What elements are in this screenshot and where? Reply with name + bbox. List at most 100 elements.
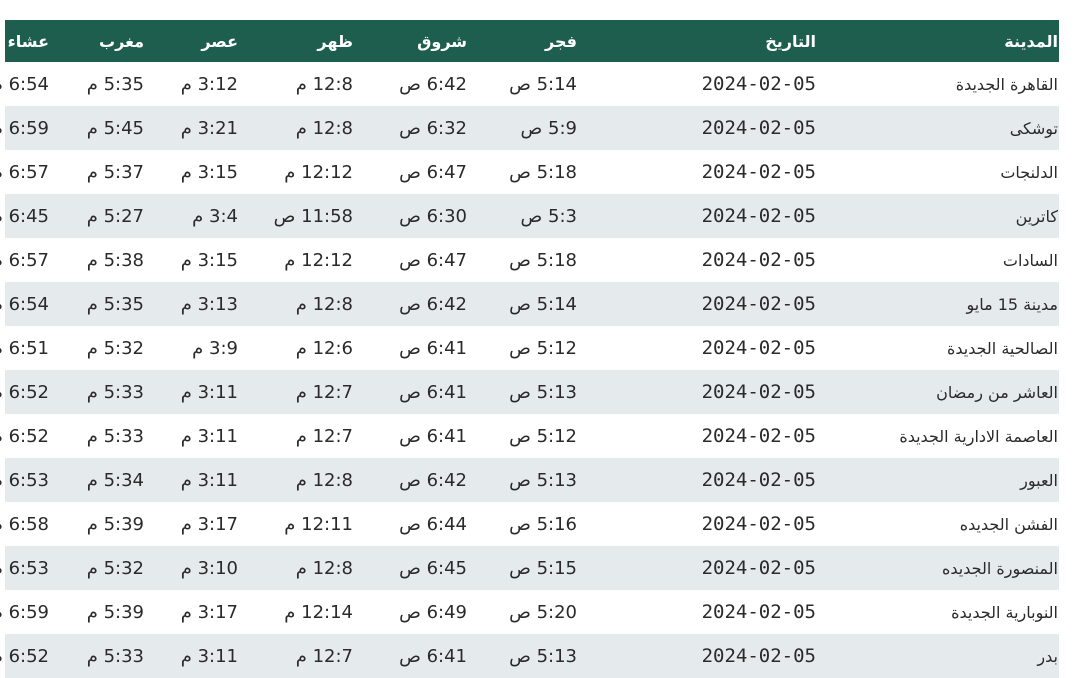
- cell-shuruq: 6:47 ص: [399, 249, 467, 271]
- cell-maghrib: 5:37 م: [86, 161, 144, 183]
- cell-maghrib: 5:34 م: [86, 469, 144, 491]
- cell-shuruq: 6:30 ص: [399, 205, 467, 227]
- cell-isha: 6:53 م: [0, 557, 49, 579]
- header-date: التاريخ: [765, 31, 816, 51]
- table-body: القاهرة الجديدة 2024-02-05 5:14 ص 6:42 ص 12:…: [0, 62, 1059, 678]
- cell-dhuhr: 12:8 م: [295, 73, 353, 95]
- header-maghrib: مغرب: [99, 31, 144, 51]
- cell-fajr: 5:16 ص: [509, 513, 577, 535]
- cell-date: 2024-02-05: [701, 601, 816, 623]
- cell-shuruq: 6:42 ص: [399, 293, 467, 315]
- cell-shuruq: 6:41 ص: [399, 425, 467, 447]
- table-row: المنصورة الجديده 2024-02-05 5:15 ص 6:45 ص 12…: [0, 546, 1059, 590]
- table-row: القاهرة الجديدة 2024-02-05 5:14 ص 6:42 ص 12:…: [0, 62, 1059, 106]
- cell-city: الدلنجات: [1000, 162, 1058, 182]
- header-shuruq: شروق: [417, 31, 467, 51]
- cell-dhuhr: 12:7 م: [295, 645, 353, 667]
- cell-date: 2024-02-05: [701, 161, 816, 183]
- cell-fajr: 5:13 ص: [509, 469, 577, 491]
- cell-dhuhr: 12:11 م: [284, 513, 353, 535]
- cell-maghrib: 5:33 م: [86, 425, 144, 447]
- cell-fajr: 5:14 ص: [509, 293, 577, 315]
- cell-asr: 3:9 م: [192, 337, 238, 359]
- cell-maghrib: 5:39 م: [86, 513, 144, 535]
- cell-isha: 6:57 م: [0, 161, 49, 183]
- cell-date: 2024-02-05: [701, 645, 816, 667]
- cell-asr: 3:11 م: [180, 381, 238, 403]
- cell-isha: 6:59 م: [0, 117, 49, 139]
- cell-asr: 3:15 م: [180, 249, 238, 271]
- cell-fajr: 5:13 ص: [509, 381, 577, 403]
- cell-isha: 6:54 م: [0, 73, 49, 95]
- cell-date: 2024-02-05: [701, 293, 816, 315]
- cell-date: 2024-02-05: [701, 73, 816, 95]
- table-row: العاشر من رمضان 2024-02-05 5:13 ص 6:41 ص 12:…: [0, 370, 1059, 414]
- cell-dhuhr: 12:8 م: [295, 293, 353, 315]
- table-row: العاصمة الادارية الجديدة 2024-02-05 5:12 ص…: [0, 414, 1059, 458]
- cell-maghrib: 5:35 م: [86, 293, 144, 315]
- table-row: السادات 2024-02-05 5:18 ص 6:47 ص 12:12 م 3:15…: [0, 238, 1059, 282]
- cell-asr: 3:12 م: [180, 73, 238, 95]
- cell-city: القاهرة الجديدة: [955, 74, 1058, 94]
- cell-maghrib: 5:35 م: [86, 73, 144, 95]
- cell-maghrib: 5:33 م: [86, 381, 144, 403]
- cell-maghrib: 5:38 م: [86, 249, 144, 271]
- cell-isha: 6:54 م: [0, 293, 49, 315]
- cell-isha: 6:59 م: [0, 601, 49, 623]
- cell-isha: 6:45 م: [0, 205, 49, 227]
- cell-fajr: 5:9 ص: [520, 117, 577, 139]
- cell-dhuhr: 12:6 م: [295, 337, 353, 359]
- cell-city: الفشن الجديده: [959, 514, 1058, 534]
- prayer-times-table: المدينة التاريخ فجر شروق ظهر عصر مغرب عش…: [0, 20, 1059, 678]
- cell-asr: 3:4 م: [192, 205, 238, 227]
- cell-date: 2024-02-05: [701, 249, 816, 271]
- cell-dhuhr: 12:8 م: [295, 117, 353, 139]
- table-row: النوبارية الجديدة 2024-02-05 5:20 ص 6:49 ص 1…: [0, 590, 1059, 634]
- cell-asr: 3:11 م: [180, 645, 238, 667]
- cell-asr: 3:17 م: [180, 601, 238, 623]
- cell-dhuhr: 12:12 م: [284, 249, 353, 271]
- header-city: المدينة: [1004, 31, 1058, 51]
- cell-isha: 6:51 م: [0, 337, 49, 359]
- cell-isha: 6:53 م: [0, 469, 49, 491]
- cell-maghrib: 5:27 م: [86, 205, 144, 227]
- cell-isha: 6:52 م: [0, 425, 49, 447]
- cell-date: 2024-02-05: [701, 337, 816, 359]
- cell-isha: 6:52 م: [0, 381, 49, 403]
- cell-shuruq: 6:45 ص: [399, 557, 467, 579]
- cell-asr: 3:11 م: [180, 469, 238, 491]
- cell-city: السادات: [1002, 250, 1058, 270]
- cell-asr: 3:17 م: [180, 513, 238, 535]
- cell-dhuhr: 12:7 م: [295, 381, 353, 403]
- cell-city: النوبارية الجديدة: [951, 602, 1058, 622]
- header-asr: عصر: [201, 31, 238, 51]
- cell-city: العبور: [1020, 470, 1058, 490]
- cell-isha: 6:57 م: [0, 249, 49, 271]
- cell-city: مدينة 15 مايو: [966, 294, 1058, 314]
- table-row: الدلنجات 2024-02-05 5:18 ص 6:47 ص 12:12 م 3:1…: [0, 150, 1059, 194]
- cell-fajr: 5:15 ص: [509, 557, 577, 579]
- cell-shuruq: 6:42 ص: [399, 469, 467, 491]
- table-header: المدينة التاريخ فجر شروق ظهر عصر مغرب عش…: [5, 20, 1059, 62]
- header-isha: عشاء: [7, 31, 49, 51]
- cell-dhuhr: 12:8 م: [295, 469, 353, 491]
- cell-maghrib: 5:39 م: [86, 601, 144, 623]
- cell-date: 2024-02-05: [701, 117, 816, 139]
- cell-shuruq: 6:41 ص: [399, 381, 467, 403]
- cell-dhuhr: 12:7 م: [295, 425, 353, 447]
- table-row: مدينة 15 مايو 2024-02-05 5:14 ص 6:42 ص 12:8 …: [0, 282, 1059, 326]
- cell-date: 2024-02-05: [701, 557, 816, 579]
- cell-isha: 6:58 م: [0, 513, 49, 535]
- cell-dhuhr: 12:12 م: [284, 161, 353, 183]
- cell-city: الصالحية الجديدة: [946, 338, 1058, 358]
- cell-city: كاترين: [1015, 206, 1058, 226]
- table-row: الصالحية الجديدة 2024-02-05 5:12 ص 6:41 ص 12…: [0, 326, 1059, 370]
- table-row: بدر 2024-02-05 5:13 ص 6:41 ص 12:7 م 3:11 م 5:3…: [0, 634, 1059, 678]
- table-row: توشكى 2024-02-05 5:9 ص 6:32 ص 12:8 م 3:21 م 5:…: [0, 106, 1059, 150]
- cell-asr: 3:13 م: [180, 293, 238, 315]
- cell-date: 2024-02-05: [701, 513, 816, 535]
- cell-date: 2024-02-05: [701, 469, 816, 491]
- header-dhuhr: ظهر: [317, 31, 353, 51]
- cell-fajr: 5:3 ص: [520, 205, 577, 227]
- cell-dhuhr: 12:8 م: [295, 557, 353, 579]
